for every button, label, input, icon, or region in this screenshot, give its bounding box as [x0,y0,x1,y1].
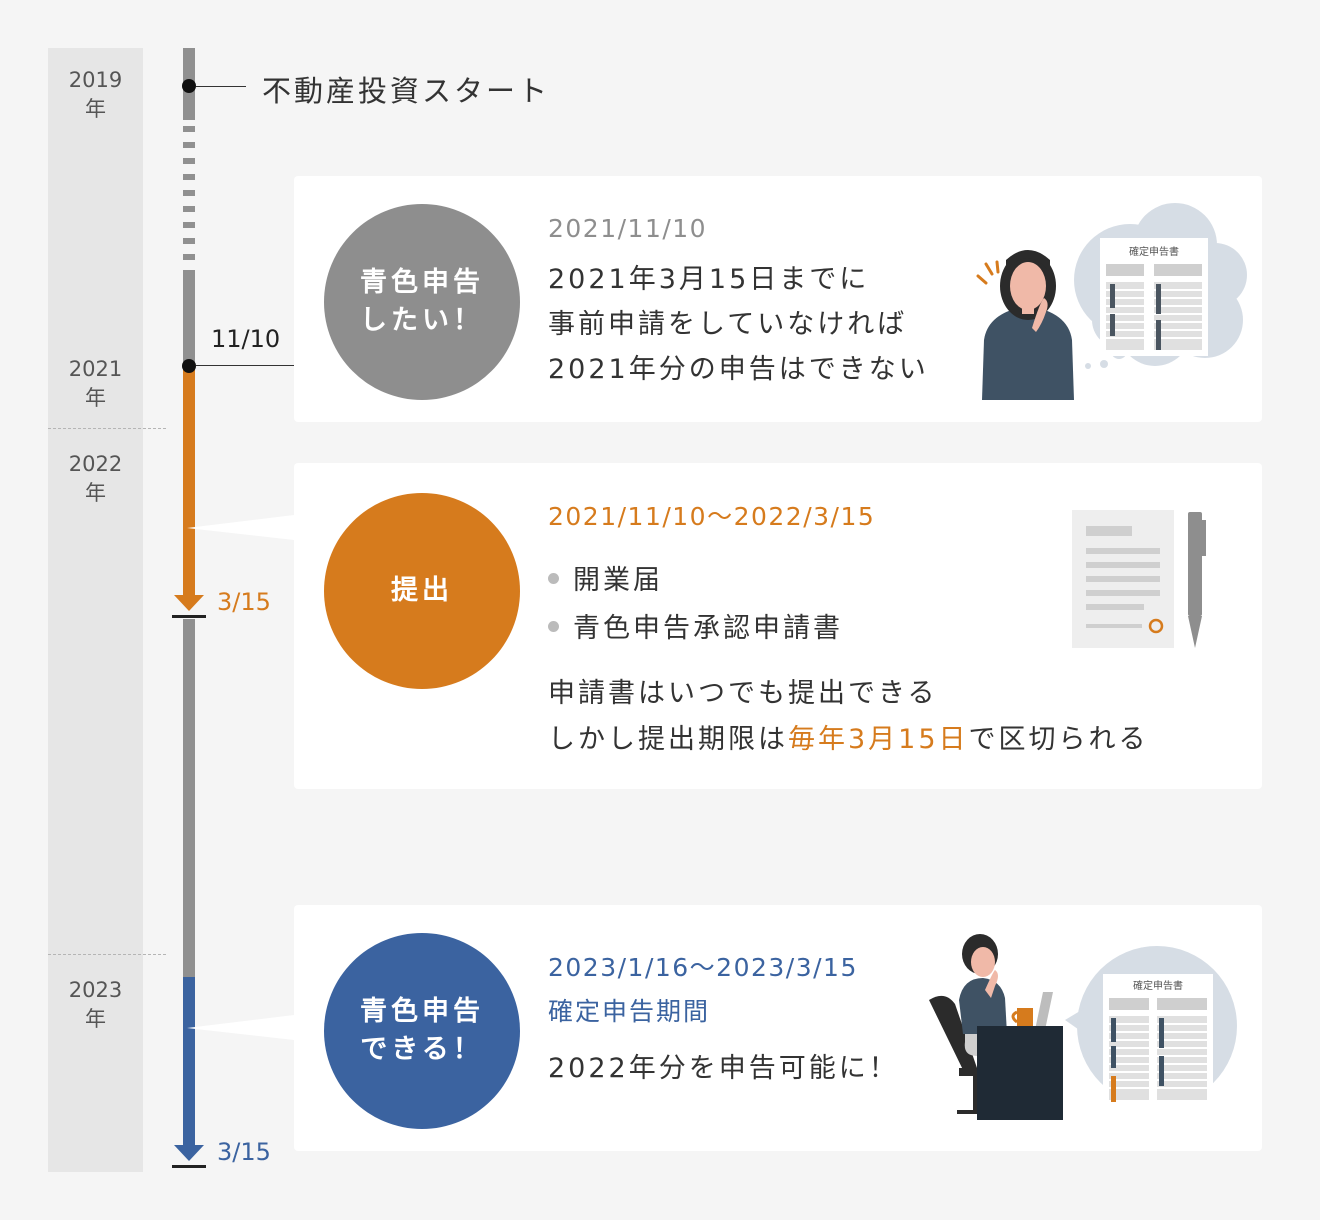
card1-date: 2021/11/10 [548,214,708,243]
card2-line2: しかし提出期限は毎年3月15日で区切られる [548,717,1188,763]
deadline-highlight: 毎年3月15日 [788,724,969,755]
bullet-dot-icon [548,573,559,584]
line2-before: しかし提出期限は [548,724,788,755]
card1-line: 事前申請をしていなければ [548,309,908,340]
bullet-text: 開業届 [573,565,663,596]
card3-date: 2023/1/16〜2023/3/15 [548,953,858,982]
card1-line: 2021年3月15日までに [548,264,870,295]
card2-line1: 申請書はいつでも提出できる [548,678,938,709]
card3-line: 2022年分を申告可能に！ [548,1053,899,1084]
form-and-pen-icon [1072,510,1206,648]
circle-want-blue-return: 青色申告 したい！ [324,204,520,400]
card1-text: 2021/11/10 2021年3月15日までに 事前申請をしていなければ 20… [548,214,929,392]
woman-at-desk-illustration: 確定申告書 [929,934,1237,1120]
card3-text: 2023/1/16〜2023/3/15 確定申告期間 2022年分を申告可能に！ [548,948,899,1085]
card1-line: 2021年分の申告はできない [548,354,929,385]
bullet-text: 青色申告承認申請書 [573,613,843,644]
circle-submit: 提出 [324,493,520,689]
bullet-dot-icon [548,621,559,632]
filing-period-label: 確定申告期間 [548,997,711,1026]
document-title: 確定申告書 [1129,245,1179,258]
line2-after: で区切られる [968,724,1149,755]
document-title: 確定申告書 [1133,979,1183,992]
circle-can-file: 青色申告 できる！ [324,933,520,1129]
thinking-woman-illustration: 確定申告書 [976,203,1247,400]
